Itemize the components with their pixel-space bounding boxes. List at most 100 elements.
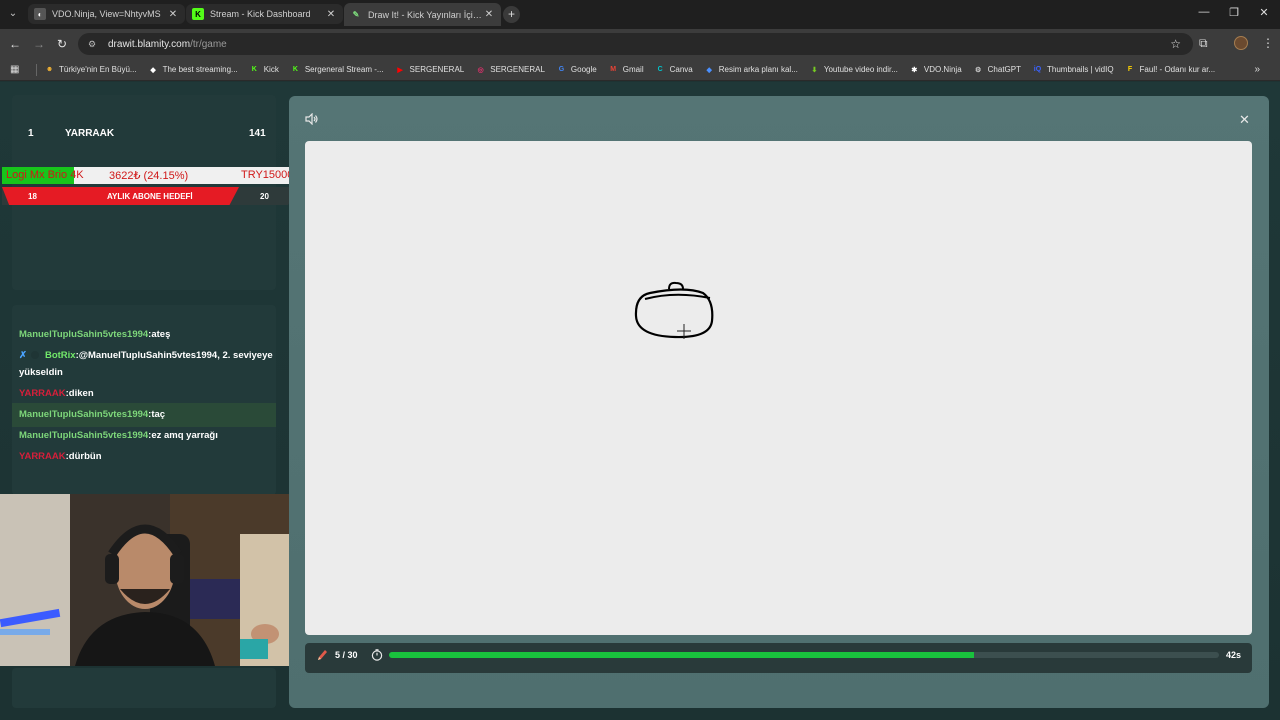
tab-close-icon[interactable]: ✕ [483, 9, 495, 20]
tab-vdo-ninja[interactable]: ◐ VDO.Ninja, View=NhtyvMS ✕ [28, 4, 185, 24]
tab-title: Draw It! - Kick Yayınları İçin Çiz [368, 9, 483, 20]
chat-username: YARRAAK [19, 388, 66, 399]
drawing-strokes [634, 281, 714, 339]
url-field[interactable]: ⚙ drawit.blamity.com/tr/game ☆ [78, 33, 1193, 55]
time-progress-fill [389, 652, 975, 658]
vdo-ninja-favicon-icon: ◐ [34, 8, 46, 20]
vidiq-icon: iQ [1033, 66, 1042, 73]
tab-close-icon[interactable]: ✕ [167, 9, 179, 20]
kick-icon: K [292, 66, 298, 73]
more-menu-icon[interactable]: ⋮ [1262, 36, 1274, 50]
kick-icon: K [251, 66, 257, 73]
tab-draw-it[interactable]: ✎ Draw It! - Kick Yayınları İçin Çiz ✕ [344, 3, 501, 26]
close-window-button[interactable]: ✕ [1249, 6, 1279, 19]
extensions-icon[interactable]: ⧉ [1199, 36, 1208, 51]
chat-text: :ez amq yarrağı [148, 430, 218, 441]
bookmark-kick[interactable]: K Kick [250, 65, 279, 74]
bookmark-yellow-face[interactable]: ☻ Türkiye'nin En Büyü... [45, 65, 137, 74]
bookmark-chatgpt[interactable]: ⚙ ChatGPT [974, 65, 1021, 74]
chat-username: BotRix [44, 350, 76, 361]
bookmark-gmail[interactable]: M Gmail [609, 65, 644, 74]
yellow-face-icon: ☻ [45, 66, 54, 73]
bookmark-download[interactable]: ⬇ Youtube video indir... [810, 65, 897, 74]
bookmark-star-icon[interactable]: ☆ [1170, 37, 1181, 51]
bookmark-google[interactable]: G Google [557, 65, 597, 74]
url-host: drawit.blamity.com [108, 38, 191, 50]
gem-icon: ◆ [706, 66, 712, 74]
bookmark-faul[interactable]: F Faul! - Odanı kur ar... [1126, 65, 1216, 74]
bookmark-label: Kick [263, 65, 279, 74]
tab-search-button[interactable]: ⌄ [4, 5, 22, 23]
bookmark-vidiq[interactable]: iQ Thumbnails | vidIQ [1033, 65, 1114, 74]
profile-avatar[interactable] [1234, 36, 1248, 50]
chat-message: ✗ BotRix:@ManuelTupluSahin5vtes1994, 2. s… [19, 347, 274, 381]
leaderboard-rank: 1 [28, 128, 34, 139]
webcam-image [0, 494, 303, 666]
apps-grid-icon[interactable]: ▦ [10, 64, 22, 76]
tab-close-icon[interactable]: ✕ [325, 9, 337, 20]
donation-goal-target: TRY15000 [241, 169, 294, 181]
bookmark-label: VDO.Ninja [923, 65, 962, 74]
bookmarks-divider [36, 63, 37, 76]
sound-icon[interactable] [305, 113, 319, 125]
leaderboard-score: 141 [249, 128, 266, 139]
bookmark-label: Google [570, 65, 597, 74]
chat-text: :dürbün [65, 451, 102, 462]
round-counter: 5 / 30 [335, 650, 358, 660]
forward-button[interactable]: → [31, 36, 47, 52]
bookmark-youtube[interactable]: ▶ SERGENERAL [396, 65, 465, 74]
chatgpt-icon: ⚙ [975, 66, 982, 74]
donation-goal-name: Logi Mx Brio 4K [6, 169, 84, 181]
subscriber-goal-label: AYLIK ABONE HEDEFİ [107, 192, 193, 201]
bookmark-label: ChatGPT [987, 65, 1021, 74]
tab-kick-dashboard[interactable]: K Stream - Kick Dashboard ✕ [186, 4, 343, 24]
drawing-canvas[interactable] [305, 141, 1252, 635]
instagram-icon: ◎ [477, 66, 484, 74]
leaderboard-row: 1 YARRAAK 141 [12, 128, 276, 146]
timer-icon [371, 649, 383, 661]
canva-icon: C [657, 66, 663, 73]
chat-message-highlighted: ManuelTupluSahin5vtes1994:taç [12, 403, 276, 427]
leaderboard-name: YARRAAK [65, 128, 115, 139]
donation-goal-amount: 3622₺ (24.15%) [109, 170, 189, 182]
download-icon: ⬇ [811, 66, 818, 74]
back-button[interactable]: ← [7, 36, 23, 52]
seconds-remaining: 42s [1226, 650, 1242, 660]
close-modal-icon[interactable]: ✕ [1239, 112, 1250, 128]
bot-avatar-icon [30, 351, 39, 360]
bookmark-label: Canva [669, 65, 693, 74]
bookmark-label: The best streaming... [162, 65, 238, 74]
youtube-icon: ▶ [397, 66, 403, 74]
pencil-favicon-icon: ✎ [350, 8, 362, 21]
lower-overlay-panel [12, 668, 276, 708]
tab-title: VDO.Ninja, View=NhtyvMS [52, 9, 161, 19]
bookmark-diamond[interactable]: ◆ The best streaming... [149, 65, 238, 74]
bookmarks-overflow-icon[interactable]: » [1254, 64, 1260, 75]
bookmark-label: Faul! - Odanı kur ar... [1139, 65, 1216, 74]
diamond-icon: ◆ [150, 66, 156, 74]
time-progress-bar [389, 652, 1219, 658]
new-tab-button[interactable]: + [503, 6, 520, 23]
chat-username: ManuelTupluSahin5vtes1994 [19, 329, 149, 340]
bookmark-label: Gmail [622, 65, 644, 74]
bookmark-ninja[interactable]: ✱ VDO.Ninja [910, 65, 962, 74]
chat-message: ManuelTupluSahin5vtes1994:ez amq yarrağı [19, 427, 274, 444]
subscriber-goal-current: 18 [28, 192, 37, 201]
gmail-icon: M [610, 66, 617, 73]
site-info-icon[interactable]: ⚙ [88, 39, 98, 49]
bookmark-label: SERGENERAL [409, 65, 465, 74]
minimize-button[interactable]: — [1189, 6, 1219, 18]
bookmark-instagram[interactable]: ◎ SERGENERAL [476, 65, 545, 74]
url-path: /tr/game [190, 38, 227, 50]
kick-favicon-icon: K [192, 8, 204, 20]
tab-strip: ⌄ ◐ VDO.Ninja, View=NhtyvMS ✕ K Stream -… [0, 0, 1280, 29]
bookmark-gem[interactable]: ◆ Resim arka planı kal... [705, 65, 798, 74]
chat-username: YARRAAK [19, 451, 66, 462]
chat-message: YARRAAK:dürbün [19, 448, 274, 465]
maximize-button[interactable]: ❐ [1219, 6, 1249, 19]
chat-message: ManuelTupluSahin5vtes1994:ateş [19, 326, 274, 343]
bookmark-canva[interactable]: C Canva [656, 65, 693, 74]
reload-button[interactable]: ↻ [54, 36, 70, 52]
google-icon: G [558, 66, 565, 73]
bookmark-kick[interactable]: K Sergeneral Stream -... [291, 65, 384, 74]
